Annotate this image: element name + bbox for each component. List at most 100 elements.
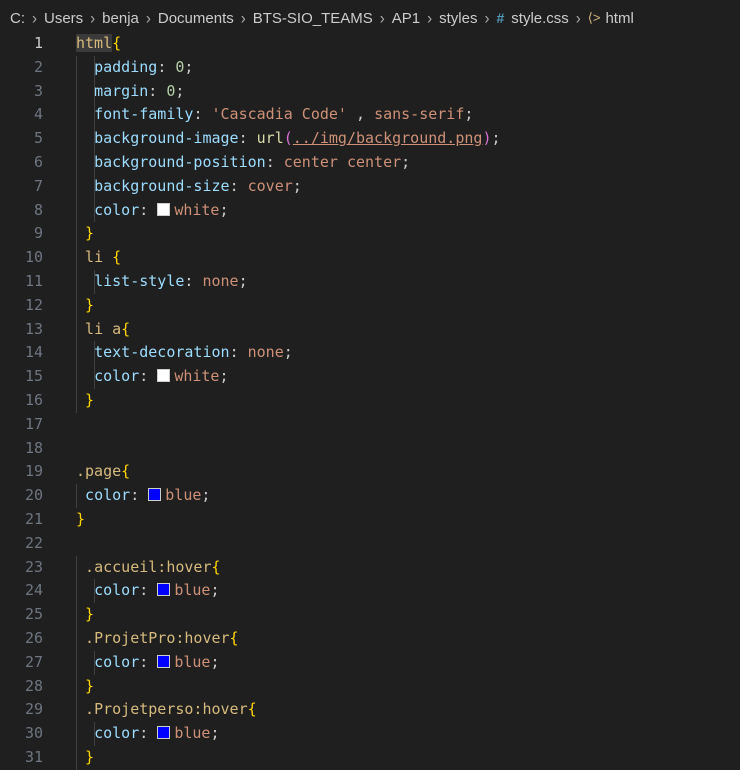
code-line[interactable]: 19 .page{ [0, 460, 740, 484]
code-content: background-size: cover; [94, 175, 302, 199]
breadcrumb-ap1[interactable]: AP1 [392, 10, 420, 27]
color-swatch-icon[interactable] [157, 654, 171, 668]
code-content: color: blue; [85, 484, 210, 508]
code-line[interactable]: 10 li { [0, 246, 740, 270]
css-selector: li [85, 248, 113, 267]
line-number: 14 [24, 343, 43, 362]
semicolon: ; [210, 724, 220, 743]
code-line[interactable]: 23 .accueil:hover{ [0, 555, 740, 580]
code-content: color: white; [94, 365, 228, 389]
breadcrumb-symbol[interactable]: html [605, 10, 633, 27]
line-number: 21 [24, 509, 43, 528]
code-content: } [85, 603, 94, 627]
code-line[interactable]: 5 background-image: url(../img/background… [0, 127, 740, 151]
chevron-right-icon: › [427, 8, 433, 28]
css-property: color [94, 367, 140, 386]
colon: : [193, 105, 212, 124]
code-line[interactable]: 1 html{ [0, 32, 740, 56]
code-line[interactable]: 21} [0, 508, 740, 532]
code-line[interactable]: 16} [0, 388, 740, 413]
semicolon: ; [464, 105, 474, 124]
css-value: blue [174, 652, 211, 671]
colon: : [184, 271, 203, 290]
code-line[interactable]: 2 padding: 0; [0, 55, 740, 80]
code-line[interactable]: 26 .ProjetPro:hover{ [0, 626, 740, 651]
chevron-right-icon: › [575, 8, 581, 28]
url-link[interactable]: ../img/background.png [293, 129, 483, 147]
open-brace: { [121, 462, 131, 481]
open-brace: { [229, 628, 239, 647]
color-swatch-icon[interactable] [157, 202, 171, 216]
code-line[interactable]: 8 color: white; [0, 198, 740, 223]
code-line[interactable]: 20 color: blue; [0, 484, 740, 508]
code-content: text-decoration: none; [94, 341, 293, 365]
css-property: color [94, 652, 140, 671]
open-brace: { [112, 248, 122, 267]
code-line[interactable]: 29 .Projetperso:hover{ [0, 698, 740, 723]
code-line[interactable]: 17 [0, 413, 740, 437]
color-swatch-icon[interactable] [157, 583, 171, 597]
css-property: color [85, 486, 131, 505]
code-line[interactable]: 6 background-position: center center; [0, 150, 740, 175]
line-number: 26 [24, 628, 43, 647]
code-line[interactable]: 25} [0, 603, 740, 627]
indent-guide [76, 150, 77, 175]
paren: ( [283, 129, 293, 148]
line-number: 12 [24, 295, 43, 314]
code-line[interactable]: 24 color: blue; [0, 579, 740, 604]
code-line[interactable]: 28} [0, 674, 740, 699]
code-line[interactable]: 4 font-family: 'Cascadia Code' , sans-ser… [0, 103, 740, 128]
code-line[interactable]: 7 background-size: cover; [0, 174, 740, 199]
indent-guide [76, 722, 77, 746]
code-content: } [85, 222, 94, 246]
line-number: 29 [24, 700, 43, 719]
colon: : [139, 724, 158, 743]
open-brace: { [112, 34, 122, 52]
code-content: color: white; [94, 199, 228, 223]
indent-guide [76, 198, 77, 223]
colon: : [157, 57, 176, 76]
code-line[interactable]: 22 [0, 532, 740, 556]
color-swatch-icon[interactable] [157, 369, 171, 383]
code-content: } [85, 746, 94, 770]
indent-guide [76, 269, 77, 294]
code-line[interactable]: 3 margin: 0; [0, 79, 740, 104]
code-content: list-style: none; [94, 270, 248, 294]
semicolon: ; [184, 57, 194, 76]
code-line[interactable]: 13 li a{ [0, 317, 740, 342]
line-number: 31 [24, 747, 43, 766]
code-editor[interactable]: 1 html{2 padding: 0; 3 margin: 0; 4 font-famil… [0, 32, 740, 770]
line-number: 16 [24, 390, 43, 409]
breadcrumb-drive[interactable]: C: [10, 10, 25, 27]
color-swatch-icon[interactable] [148, 488, 162, 502]
breadcrumb-styles[interactable]: styles [439, 10, 477, 27]
code-content: margin: 0; [94, 80, 184, 104]
code-line[interactable]: 11 list-style: none; [0, 269, 740, 294]
code-line[interactable]: 31} [0, 745, 740, 770]
code-line[interactable]: 15 color: white; [0, 365, 740, 389]
indent-guide [76, 698, 77, 723]
line-number: 25 [24, 605, 43, 624]
css-file-icon: # [496, 10, 505, 26]
breadcrumb-users[interactable]: Users [44, 10, 83, 27]
code-line[interactable]: 18 [0, 437, 740, 461]
css-value: none [247, 343, 284, 362]
breadcrumb-documents[interactable]: Documents [158, 10, 234, 27]
code-line[interactable]: 14 text-decoration: none; [0, 341, 740, 366]
colon: : [229, 343, 248, 362]
breadcrumb-benja[interactable]: benja [102, 10, 139, 27]
open-brace: { [121, 319, 131, 338]
code-line[interactable]: 27 color: blue; [0, 650, 740, 675]
code-line[interactable]: 30 color: blue; [0, 722, 740, 746]
indent-guide [76, 79, 77, 104]
breadcrumb-bts-sio-teams[interactable]: BTS-SIO_TEAMS [253, 10, 373, 27]
breadcrumb-file[interactable]: style.css [511, 10, 569, 27]
code-line[interactable]: 12} [0, 293, 740, 318]
css-selector: html [76, 34, 113, 52]
colon: : [130, 486, 149, 505]
open-brace: { [247, 700, 257, 719]
color-swatch-icon[interactable] [157, 726, 171, 740]
code-line[interactable]: 9} [0, 222, 740, 247]
css-property: list-style [94, 271, 185, 290]
indent-guide [76, 579, 77, 604]
